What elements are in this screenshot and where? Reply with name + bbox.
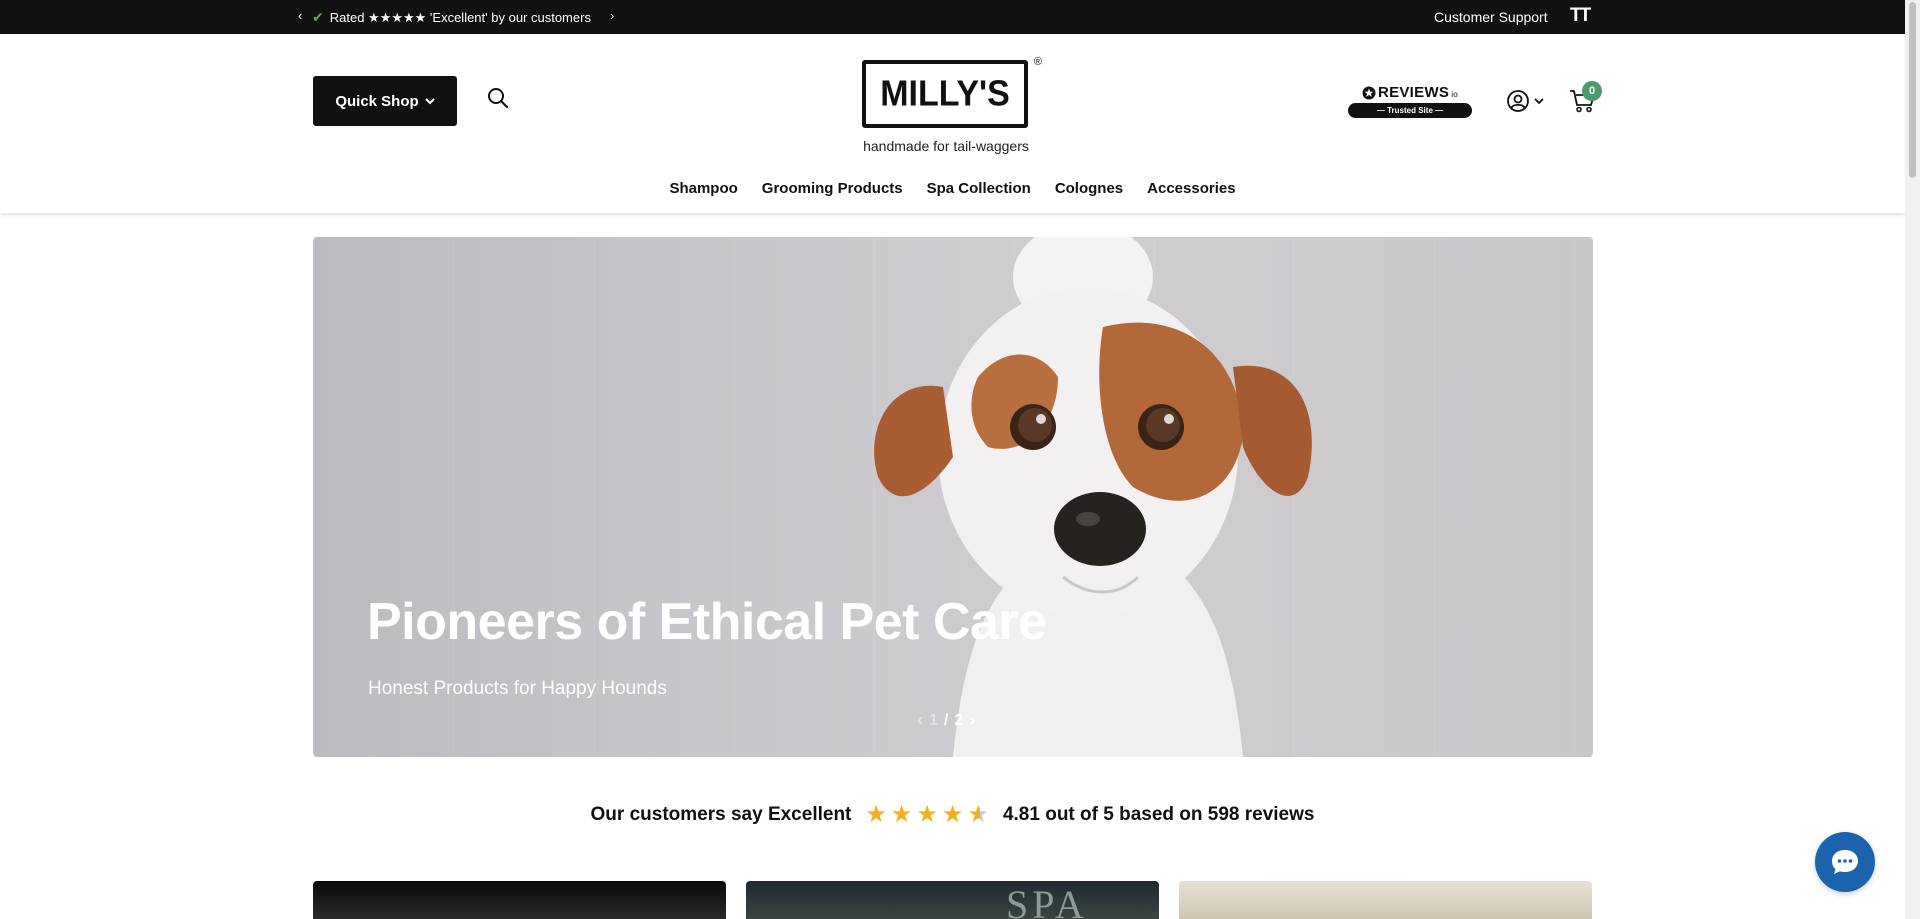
hero-dog-image xyxy=(874,237,1312,757)
star-badge-icon xyxy=(1362,86,1376,99)
star-icon: ★ xyxy=(941,801,964,828)
site-header: Quick Shop MILLY'S ® handmade for tail-w… xyxy=(0,34,1905,213)
quick-shop-button[interactable]: Quick Shop xyxy=(313,76,457,126)
announcement-text: Rated ★★★★★ 'Excellent' by our customers xyxy=(329,9,591,25)
hero-banner[interactable]: Pioneers of Ethical Pet Care Honest Prod… xyxy=(313,237,1593,757)
chevron-down-icon xyxy=(1534,98,1544,105)
customer-support-link[interactable]: Customer Support xyxy=(1434,9,1548,25)
chat-button[interactable] xyxy=(1815,832,1875,892)
category-card-1[interactable] xyxy=(313,881,726,919)
slide-total: 2 xyxy=(954,711,964,729)
category-card-3[interactable] xyxy=(1179,881,1592,919)
nav-accessories[interactable]: Accessories xyxy=(1147,180,1235,197)
star-icon: ★ xyxy=(916,801,938,828)
reviews-io-badge[interactable]: REVIEWS io — Trusted Site — xyxy=(1348,84,1472,120)
reviews-summary[interactable]: Our customers say Excellent ★ ★ ★ ★ ★ 4.… xyxy=(0,800,1905,829)
trusted-site-pill: — Trusted Site — xyxy=(1348,103,1472,118)
category-card-2[interactable]: SPA xyxy=(746,881,1159,919)
reviews-brand-suffix: io xyxy=(1451,90,1459,99)
chevron-down-icon xyxy=(424,98,435,105)
star-icon: ★ xyxy=(865,801,887,828)
slide-current: 1 xyxy=(929,711,938,729)
spa-sign-text: SPA xyxy=(1006,882,1088,919)
hero-subtitle: Honest Products for Happy Hounds xyxy=(368,678,667,699)
page-scrollbar[interactable] xyxy=(1905,0,1920,919)
nav-grooming-products[interactable]: Grooming Products xyxy=(762,180,903,197)
star-partial-icon: ★ xyxy=(967,801,989,828)
slider-pagination: ‹ 1 / 2 › xyxy=(917,710,975,731)
quick-shop-label: Quick Shop xyxy=(335,92,419,110)
star-icon: ★ xyxy=(890,801,913,828)
rating-stars: ★ ★ ★ ★ ★ xyxy=(865,800,989,829)
cart-count-badge: 0 xyxy=(1582,81,1602,101)
site-logo[interactable]: MILLY'S ® xyxy=(862,56,1042,128)
slide-prev-icon[interactable]: ‹ xyxy=(917,710,923,731)
reviews-brand: REVIEWS xyxy=(1377,84,1450,101)
search-icon[interactable] xyxy=(486,86,510,110)
text-size-icon[interactable]: TT xyxy=(1570,5,1591,27)
slide-next-icon[interactable]: › xyxy=(969,710,975,731)
reviews-lead: Our customers say Excellent xyxy=(590,803,852,825)
announcement-bar: ‹ ✔ Rated ★★★★★ 'Excellent' by our custo… xyxy=(0,0,1905,34)
chat-bubble-icon xyxy=(1832,850,1858,874)
logo-text: MILLY'S xyxy=(880,73,1010,114)
nav-colognes[interactable]: Colognes xyxy=(1055,180,1123,197)
announcement-prev-arrow-icon[interactable]: ‹ xyxy=(298,8,302,23)
main-nav: Shampoo Grooming Products Spa Collection… xyxy=(0,180,1905,197)
announcement-next-arrow-icon[interactable]: › xyxy=(610,8,614,23)
nav-shampoo[interactable]: Shampoo xyxy=(669,180,737,197)
registered-mark: ® xyxy=(1033,56,1042,68)
rating-text: 4.81 out of 5 based on 598 reviews xyxy=(1002,803,1315,825)
nav-spa-collection[interactable]: Spa Collection xyxy=(927,180,1031,197)
user-icon xyxy=(1507,90,1529,112)
account-button[interactable] xyxy=(1506,88,1546,114)
announcement-message: ✔ Rated ★★★★★ 'Excellent' by our custome… xyxy=(312,9,591,26)
checkmark-icon: ✔ xyxy=(312,9,324,25)
slide-separator: / xyxy=(943,711,949,729)
scrollbar-thumb[interactable] xyxy=(1909,2,1916,178)
logo-tagline: handmade for tail-waggers xyxy=(863,138,1029,154)
hero-title: Pioneers of Ethical Pet Care xyxy=(367,593,1047,651)
